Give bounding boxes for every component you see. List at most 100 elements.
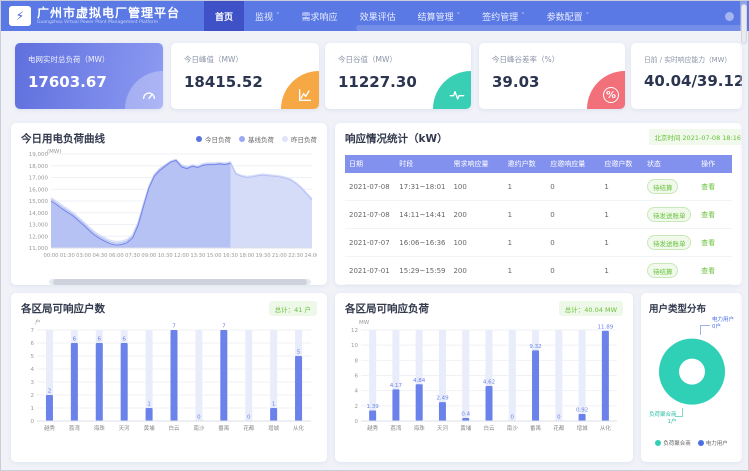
legend-item-power-user[interactable]: 电力用户 [698,439,728,447]
svg-text:0: 0 [247,415,251,421]
svg-text:MW: MW [359,320,370,326]
kpi-label: 今日峰谷差率（%） [492,54,625,65]
svg-text:黄埔: 黄埔 [144,424,156,432]
svg-text:7: 7 [31,328,35,334]
donut-label-power-user: 电力用户 0户 [712,317,734,330]
svg-text:24:00: 24:00 [305,253,317,259]
legend-item-1[interactable]: 基线负荷 [239,134,274,144]
column-header-4: 应邀响应量 [546,155,600,173]
teal-dot-icon [655,440,661,446]
svg-text:21:00: 21:00 [272,253,287,259]
donut-label-name: 负荷聚合商 [649,412,677,419]
svg-text:15:00: 15:00 [207,253,222,259]
svg-text:09:00: 09:00 [141,253,156,259]
view-link[interactable]: 查看 [701,211,715,219]
svg-text:增城: 增城 [268,424,280,432]
user-type-panel: 用户类型分布 电力用户 0户 负荷聚合商 1户 负荷聚合商 电力用户 [641,293,742,462]
svg-text:14,000: 14,000 [29,211,49,217]
chevron-down-icon: ˅ [276,12,280,20]
svg-text:0: 0 [511,415,515,421]
svg-text:4.17: 4.17 [390,383,403,389]
svg-text:13:30: 13:30 [190,253,205,259]
nav-item-1[interactable]: 监视˅ [244,1,291,31]
svg-text:天河: 天河 [437,424,449,432]
svg-text:01:30: 01:30 [60,253,75,259]
svg-text:12:00: 12:00 [174,253,189,259]
nav-item-2[interactable]: 需求响应 [291,1,349,31]
legend-item-aggregator[interactable]: 负荷聚合商 [655,439,691,447]
svg-text:7: 7 [222,324,226,330]
column-header-0: 日期 [345,155,395,173]
svg-text:07:30: 07:30 [125,253,140,259]
kpi-card-peak-valley-rate: 今日峰谷差率（%） 39.03 % [479,43,625,109]
legend-item-2[interactable]: 昨日负荷 [282,134,317,144]
svg-text:00:00: 00:00 [44,253,59,259]
svg-text:增城: 增城 [577,424,589,432]
svg-text:8: 8 [355,358,359,364]
svg-text:17,000: 17,000 [29,176,49,182]
district-users-title: 各区局可响应户数 [21,301,105,316]
svg-text:0: 0 [355,419,359,425]
svg-text:12: 12 [351,328,358,334]
svg-text:04:30: 04:30 [92,253,107,259]
svg-text:天河: 天河 [119,424,131,432]
district-load-title: 各区局可响应负荷 [345,301,429,316]
top-navbar: ⚡ 广州市虚拟电厂管理平台 Guangzhou Virtual Power Pl… [1,1,749,31]
svg-text:11,000: 11,000 [29,246,49,252]
status-badge: 待结算 [647,263,679,278]
column-header-3: 邀约户数 [504,155,547,173]
svg-text:白云: 白云 [168,424,180,432]
load-curve-legend: 今日负荷基线负荷昨日负荷 [196,134,317,144]
view-link[interactable]: 查看 [701,183,715,191]
donut-hole [679,359,705,385]
datazoom-thumb[interactable] [53,279,307,285]
svg-text:13,000: 13,000 [29,223,49,229]
svg-text:0.92: 0.92 [576,408,588,414]
page-scrollbar[interactable] [740,1,747,470]
svg-text:1.39: 1.39 [367,404,380,410]
user-icon[interactable] [725,12,734,21]
district-users-total-badge: 总计：41 户 [269,301,317,316]
table-row: 2021-07-0817:31~18:01100101待结算查看 [345,173,732,201]
column-header-5: 应邀户数 [600,155,643,173]
kpi-label: 今日谷值（MW） [338,54,471,65]
response-table-panel: 响应情况统计（kW） 北京时间 2021-07-08 18:16 日期时段需求响… [335,123,742,285]
svg-text:6: 6 [73,337,77,343]
svg-text:2: 2 [48,389,52,395]
svg-text:4.62: 4.62 [483,379,495,385]
district-users-panel: 各区局可响应户数 总计：41 户 户012345672越秀6荔湾6海珠6天河1黄… [11,293,327,462]
donut-connector-top [700,325,710,335]
svg-text:越秀: 越秀 [44,424,56,432]
scrollbar-thumb[interactable] [741,4,747,44]
donut-label-aggregator: 负荷聚合商 1户 [649,412,677,425]
svg-text:海珠: 海珠 [94,424,106,432]
svg-text:2: 2 [355,404,359,410]
kpi-card-peak: 今日峰值（MW） 18415.52 [171,43,319,109]
svg-text:10:30: 10:30 [158,253,173,259]
datazoom-slider[interactable] [49,279,311,285]
svg-text:15,000: 15,000 [29,199,49,205]
svg-text:3: 3 [31,380,35,386]
svg-text:0: 0 [197,415,201,421]
kpi-label: 日前 / 实时响应能力（MW） [644,54,742,64]
response-table: 日期时段需求响应量邀约户数应邀响应量应邀户数状态操作 2021-07-0817:… [345,155,732,285]
user-type-title: 用户类型分布 [649,301,734,315]
brand: ⚡ 广州市虚拟电厂管理平台 Guangzhou Virtual Power Pl… [1,6,190,26]
view-link[interactable]: 查看 [701,267,715,275]
svg-text:1: 1 [147,402,151,408]
svg-text:越秀: 越秀 [367,424,379,432]
svg-text:19,000: 19,000 [29,152,49,158]
view-link[interactable]: 查看 [701,239,715,247]
svg-text:番禺: 番禺 [218,425,229,432]
nav-item-0[interactable]: 首页 [204,1,244,31]
svg-text:2.49: 2.49 [436,396,449,402]
district-load-panel: 各区局可响应负荷 总计：40.04 MW MW0246810121.39越秀4.… [335,293,633,462]
nav-secondary-strip [356,25,744,31]
status-badge: 待结算 [647,179,679,194]
table-row: 2021-07-0115:29~15:59200101待结算查看 [345,257,732,285]
svg-text:荔湾: 荔湾 [69,424,81,432]
svg-text:5: 5 [31,354,35,360]
svg-text:7: 7 [172,324,176,330]
svg-text:南沙: 南沙 [507,424,519,432]
legend-item-0[interactable]: 今日负荷 [196,134,231,144]
